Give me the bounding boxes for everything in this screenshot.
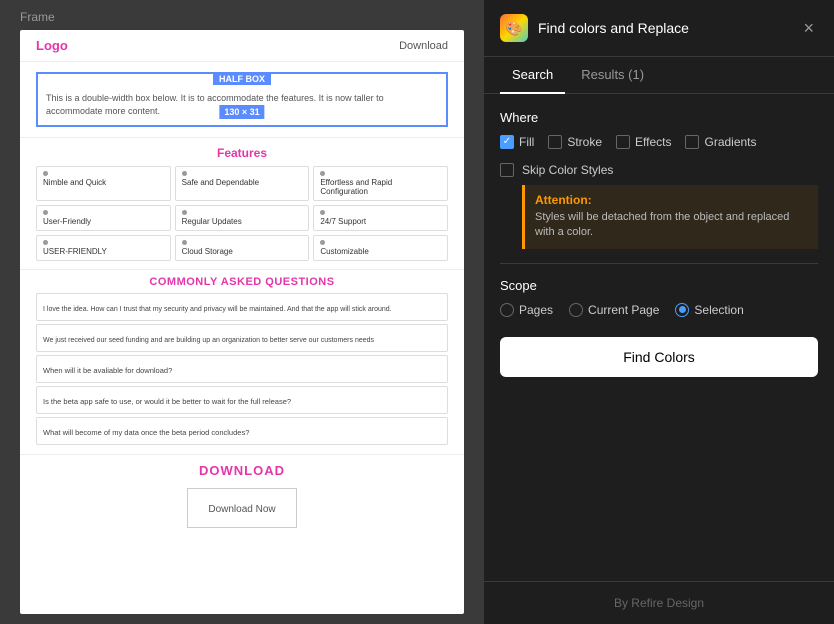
selection-label: Selection bbox=[694, 303, 743, 317]
attention-text: Styles will be detached from the object … bbox=[535, 210, 808, 241]
download-section: DOWNLOAD Download Now bbox=[20, 455, 464, 536]
where-label: Where bbox=[500, 110, 818, 125]
faq-question-2: Is the beta app safe to use, or would it… bbox=[36, 386, 448, 414]
feature-card: Cloud Storage bbox=[175, 235, 310, 261]
download-btn-wrapper[interactable]: Download Now bbox=[187, 488, 296, 528]
frame-content: Logo Download HALF BOX This is a double-… bbox=[20, 30, 464, 614]
frame-logo: Logo bbox=[36, 38, 68, 53]
faq-title: COMMONLY ASKED QUESTIONS bbox=[36, 276, 448, 288]
footer-text: By Refire Design bbox=[614, 596, 704, 610]
where-options-row: ✓ Fill Stroke Effects Gradients bbox=[500, 135, 818, 149]
half-box-inner: HALF BOX This is a double-width box belo… bbox=[36, 72, 448, 127]
gradients-checkbox[interactable]: Gradients bbox=[685, 135, 756, 149]
download-title: DOWNLOAD bbox=[36, 463, 448, 478]
panel-header-left: 🎨 Find colors and Replace bbox=[500, 14, 689, 42]
feature-card: Safe and Dependable bbox=[175, 166, 310, 201]
selection-radio-circle[interactable] bbox=[675, 303, 689, 317]
feature-card: Regular Updates bbox=[175, 205, 310, 231]
pages-radio[interactable]: Pages bbox=[500, 303, 553, 317]
scope-radio-row: Pages Current Page Selection bbox=[500, 303, 818, 317]
frame-topbar: Logo Download bbox=[20, 30, 464, 62]
half-box-section: HALF BOX This is a double-width box belo… bbox=[20, 62, 464, 138]
skip-checkbox-box[interactable] bbox=[500, 163, 514, 177]
current-page-radio-circle[interactable] bbox=[569, 303, 583, 317]
tab-results[interactable]: Results (1) bbox=[569, 57, 656, 94]
frame-label: Frame bbox=[20, 10, 55, 24]
right-panel: 🎨 Find colors and Replace × Search Resul… bbox=[484, 0, 834, 624]
feature-card: Nimble and Quick bbox=[36, 166, 171, 201]
half-box-label: HALF BOX bbox=[213, 73, 271, 85]
gradients-label: Gradients bbox=[704, 135, 756, 149]
faq-intro2-text: We just received our seed funding and ar… bbox=[43, 337, 374, 344]
panel-title: Find colors and Replace bbox=[538, 20, 689, 36]
faq-intro: I love the idea. How can I trust that my… bbox=[36, 293, 448, 321]
effects-checkbox[interactable]: Effects bbox=[616, 135, 671, 149]
features-title: Features bbox=[36, 146, 448, 160]
divider bbox=[500, 263, 818, 264]
current-page-label: Current Page bbox=[588, 303, 659, 317]
size-badge: 130 × 31 bbox=[219, 105, 264, 119]
stroke-checkbox[interactable]: Stroke bbox=[548, 135, 602, 149]
faq-question-1: When will it be avaliable for download? bbox=[36, 355, 448, 383]
panel-tabs: Search Results (1) bbox=[484, 57, 834, 94]
faq-question-3: What will become of my data once the bet… bbox=[36, 417, 448, 445]
download-btn-text: Download Now bbox=[208, 504, 275, 515]
frame-download-link: Download bbox=[399, 40, 448, 52]
tab-search[interactable]: Search bbox=[500, 57, 565, 94]
attention-title: Attention: bbox=[535, 193, 808, 207]
stroke-label: Stroke bbox=[567, 135, 602, 149]
selection-radio[interactable]: Selection bbox=[675, 303, 743, 317]
skip-label: Skip Color Styles bbox=[522, 163, 613, 177]
feature-card: USER-FRIENDLY bbox=[36, 235, 171, 261]
fill-label: Fill bbox=[519, 135, 534, 149]
find-colors-button[interactable]: Find Colors bbox=[500, 337, 818, 377]
feature-card: User-Friendly bbox=[36, 205, 171, 231]
plugin-icon: 🎨 bbox=[500, 14, 528, 42]
faq-intro2: We just received our seed funding and ar… bbox=[36, 324, 448, 352]
features-section: Features Nimble and Quick Safe and Depen… bbox=[20, 138, 464, 270]
feature-card: Customizable bbox=[313, 235, 448, 261]
selection-radio-dot bbox=[679, 306, 686, 313]
panel-body: Where ✓ Fill Stroke Effects Gradients bbox=[484, 94, 834, 581]
fill-checkbox[interactable]: ✓ Fill bbox=[500, 135, 534, 149]
effects-label: Effects bbox=[635, 135, 671, 149]
feature-card: Effortless and Rapid Configuration bbox=[313, 166, 448, 201]
pages-label: Pages bbox=[519, 303, 553, 317]
pages-radio-circle[interactable] bbox=[500, 303, 514, 317]
faq-section: COMMONLY ASKED QUESTIONS I love the idea… bbox=[20, 270, 464, 455]
skip-color-styles-row[interactable]: Skip Color Styles bbox=[500, 163, 818, 177]
faq-intro-text: I love the idea. How can I trust that my… bbox=[43, 306, 392, 313]
canvas-area: Frame Logo Download HALF BOX This is a d… bbox=[0, 0, 484, 624]
feature-card: 24/7 Support bbox=[313, 205, 448, 231]
stroke-checkbox-box[interactable] bbox=[548, 135, 562, 149]
scope-label: Scope bbox=[500, 278, 818, 293]
panel-header: 🎨 Find colors and Replace × bbox=[484, 0, 834, 57]
gradients-checkbox-box[interactable] bbox=[685, 135, 699, 149]
close-button[interactable]: × bbox=[799, 15, 818, 41]
features-grid: Nimble and Quick Safe and Dependable Eff… bbox=[36, 166, 448, 261]
effects-checkbox-box[interactable] bbox=[616, 135, 630, 149]
attention-box: Attention: Styles will be detached from … bbox=[522, 185, 818, 249]
fill-checkbox-box[interactable]: ✓ bbox=[500, 135, 514, 149]
panel-footer: By Refire Design bbox=[484, 581, 834, 624]
fill-check-icon: ✓ bbox=[503, 137, 511, 147]
current-page-radio[interactable]: Current Page bbox=[569, 303, 659, 317]
